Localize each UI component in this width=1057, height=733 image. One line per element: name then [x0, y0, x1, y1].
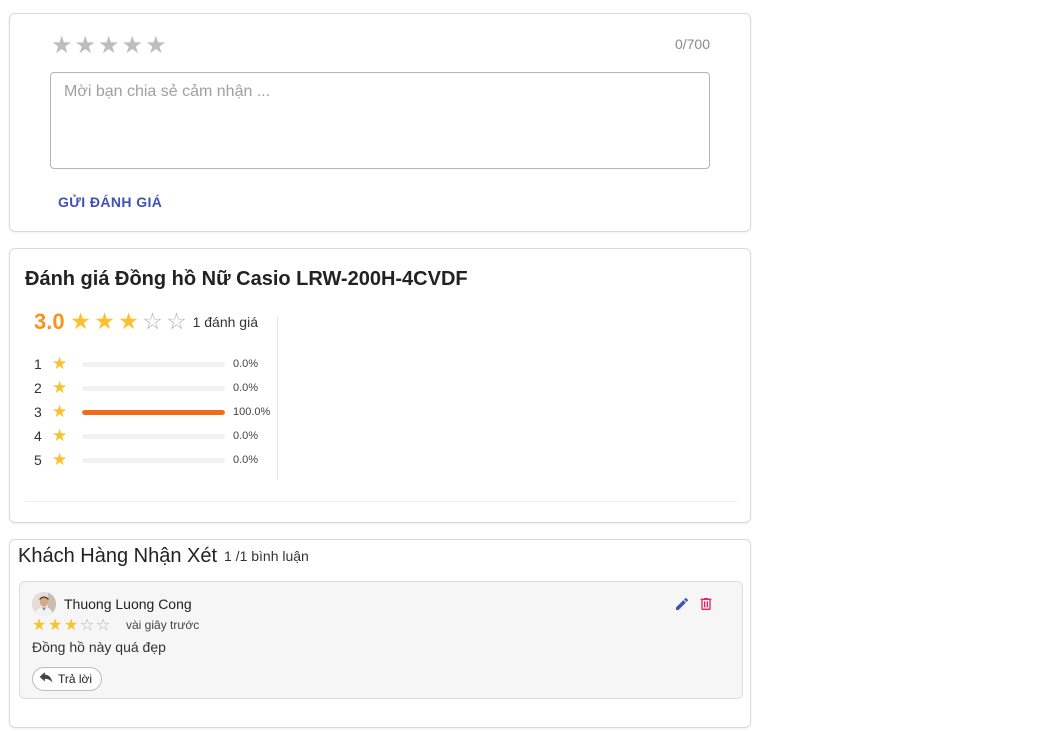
star-filled-icon: ★: [52, 378, 68, 398]
review-textarea[interactable]: [50, 72, 710, 169]
average-stars: ★ ★ ★ ☆ ☆: [69, 310, 189, 334]
distribution-level: 2: [34, 380, 42, 396]
reply-icon: [39, 671, 53, 687]
star-outline-icon: ☆: [96, 615, 111, 634]
char-counter: 0/700: [674, 36, 710, 52]
star-filled-icon: ★: [52, 426, 68, 446]
distribution-percent: 0.0%: [233, 358, 259, 370]
write-review-card: ★ ★ ★ ★ ★ 0/700 GỬI ĐÁNH GIÁ: [9, 13, 751, 232]
comments-title: Khách Hàng Nhận Xét: [18, 545, 218, 567]
comments-count: 1 /1 bình luận: [224, 548, 309, 564]
rating-summary-card: Đánh giá Đồng hồ Nữ Casio LRW-200H-4CVDF…: [9, 248, 751, 523]
distribution-level: 5: [34, 452, 42, 468]
comments-card: Khách Hàng Nhận Xét 1 /1 bình luận Thuon…: [9, 539, 751, 728]
vertical-divider: [277, 317, 278, 480]
summary-title: Đánh giá Đồng hồ Nữ Casio LRW-200H-4CVDF: [25, 268, 468, 290]
star-outline-icon: ☆: [142, 309, 163, 335]
edit-icon[interactable]: [672, 594, 692, 614]
star-filled-icon: ★: [52, 450, 68, 470]
rating-input[interactable]: ★ ★ ★ ★ ★: [51, 33, 167, 57]
star-filled-icon: ★: [52, 354, 68, 374]
distribution-row: 3 ★ 100.0%: [34, 400, 284, 424]
star-filled-icon: ★: [32, 615, 47, 634]
star-filled-icon: ★: [48, 615, 63, 634]
average-rating: 3.0 ★ ★ ★ ☆ ☆ 1 đánh giá: [34, 309, 258, 335]
distribution-bar-fill: [82, 409, 225, 415]
average-score: 3.0: [34, 309, 65, 334]
distribution-percent: 0.0%: [233, 454, 259, 466]
rating-star-4-icon[interactable]: ★: [122, 33, 144, 57]
comment-time: vài giây trước: [126, 618, 200, 632]
distribution-percent: 0.0%: [233, 382, 259, 394]
star-filled-icon: ★: [70, 309, 91, 335]
rating-star-3-icon[interactable]: ★: [98, 33, 120, 57]
rating-star-2-icon[interactable]: ★: [75, 33, 97, 57]
comment-text: Đồng hồ này quá đẹp: [32, 639, 166, 655]
comment-item: Thuong Luong Cong ★ ★ ★ ☆ ☆ vài giây trước Đ…: [19, 581, 743, 699]
avatar: [32, 592, 56, 616]
comment-author: Thuong Luong Cong: [64, 596, 192, 612]
distribution-row: 1 ★ 0.0%: [34, 352, 284, 376]
reply-label: Trả lời: [58, 672, 93, 686]
star-filled-icon: ★: [94, 309, 115, 335]
distribution-percent: 0.0%: [233, 430, 259, 442]
comment-rating: ★ ★ ★ ☆ ☆: [32, 617, 112, 633]
distribution-bar: [82, 409, 225, 415]
horizontal-divider: [25, 501, 737, 502]
distribution-row: 4 ★ 0.0%: [34, 424, 284, 448]
star-filled-icon: ★: [118, 309, 139, 335]
distribution-row: 2 ★ 0.0%: [34, 376, 284, 400]
distribution-level: 3: [34, 404, 42, 420]
reply-button[interactable]: Trả lời: [32, 667, 103, 691]
distribution-percent: 100.0%: [233, 406, 271, 418]
distribution-level: 4: [34, 428, 42, 444]
distribution-bar: [82, 385, 225, 391]
submit-review-button[interactable]: GỬI ĐÁNH GIÁ: [50, 190, 170, 214]
star-filled-icon: ★: [64, 615, 79, 634]
distribution-bar: [82, 433, 225, 439]
distribution-bar: [82, 457, 225, 463]
review-count: 1 đánh giá: [192, 314, 258, 330]
distribution-level: 1: [34, 356, 42, 372]
distribution-bar: [82, 361, 225, 367]
trash-icon[interactable]: [696, 594, 716, 614]
star-outline-icon: ☆: [80, 615, 95, 634]
star-filled-icon: ★: [52, 402, 68, 422]
rating-star-5-icon[interactable]: ★: [145, 33, 167, 57]
rating-star-1-icon[interactable]: ★: [51, 33, 73, 57]
rating-distribution: 1 ★ 0.0% 2 ★ 0.0% 3 ★ 100.0% 4 ★ 0.0% 5 ★ 0.0%: [34, 352, 284, 472]
star-outline-icon: ☆: [166, 309, 187, 335]
distribution-row: 5 ★ 0.0%: [34, 448, 284, 472]
